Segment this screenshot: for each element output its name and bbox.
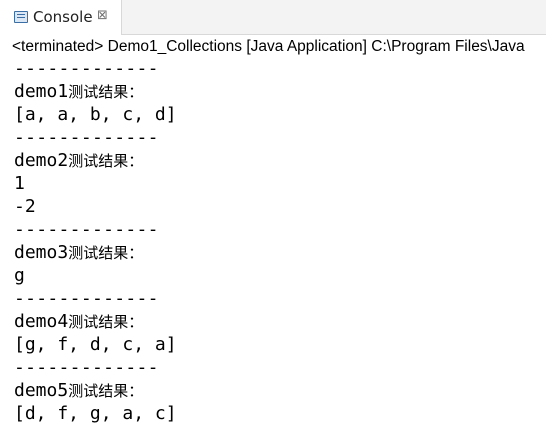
output-line-demo2-result-1: 1 bbox=[14, 173, 25, 194]
output-line-demo1-heading: demo1测试结果： bbox=[14, 81, 144, 102]
output-line-separator: ------------- bbox=[14, 127, 159, 148]
output-line-demo2-heading: demo2测试结果： bbox=[14, 150, 144, 171]
output-line-demo3-result: g bbox=[14, 265, 25, 286]
output-line-demo4-heading: demo4测试结果： bbox=[14, 311, 144, 332]
output-line-demo5-heading: demo5测试结果： bbox=[14, 380, 144, 401]
tab-console-label: Console bbox=[33, 8, 93, 26]
output-line-demo1-result: [a, a, b, c, d] bbox=[14, 104, 177, 125]
process-status-line: <terminated> Demo1_Collections [Java App… bbox=[12, 38, 525, 55]
output-line-separator: ------------- bbox=[14, 288, 159, 309]
output-line-separator: ------------- bbox=[14, 357, 159, 378]
output-line-demo2-result-2: -2 bbox=[14, 196, 36, 217]
close-icon[interactable]: ⊠ bbox=[97, 9, 108, 22]
output-line-demo4-result: [g, f, d, c, a] bbox=[14, 334, 177, 355]
output-line-demo5-result: [d, f, g, a, c] bbox=[14, 403, 177, 424]
console-output[interactable]: ------------- demo1测试结果： [a, a, b, c, d]… bbox=[14, 57, 546, 433]
output-line-separator: ------------- bbox=[14, 219, 159, 240]
output-line-separator: ------------- bbox=[14, 58, 159, 79]
console-icon bbox=[14, 11, 28, 23]
output-line-demo3-heading: demo3测试结果： bbox=[14, 242, 144, 263]
tab-console[interactable]: Console ⊠ bbox=[0, 0, 122, 35]
console-view-header: Console ⊠ bbox=[0, 0, 546, 35]
